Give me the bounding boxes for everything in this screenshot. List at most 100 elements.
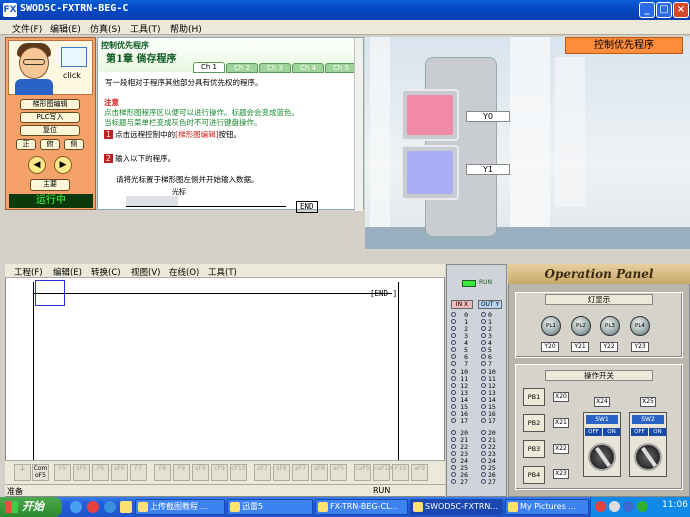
- ladder-menu-convert[interactable]: 转换(C): [91, 266, 121, 278]
- ftool-button[interactable]: sF9: [192, 464, 209, 481]
- output-led-icon: [481, 411, 486, 416]
- menu-edit[interactable]: 编辑(E): [50, 22, 81, 35]
- ftool-comment[interactable]: Com oF5: [32, 464, 49, 481]
- lamp-output-y23: Y23: [631, 342, 649, 352]
- book-icon: [61, 47, 87, 67]
- prev-arrow-icon[interactable]: ◀: [28, 156, 46, 174]
- tab-ch5[interactable]: Ch 5: [325, 63, 357, 73]
- tray-icon[interactable]: [637, 501, 648, 512]
- ladder-menu-project[interactable]: 工程(F): [14, 266, 43, 278]
- push-button-pb4[interactable]: PB4: [523, 466, 545, 484]
- input-led-icon: [451, 340, 456, 345]
- ladder-cursor[interactable]: [35, 280, 65, 306]
- menu-file[interactable]: 文件(F): [12, 22, 42, 35]
- ftool-button[interactable]: sF5: [73, 464, 90, 481]
- push-button-pb1[interactable]: PB1: [523, 388, 545, 406]
- menu-simulate[interactable]: 仿真(S): [90, 22, 121, 35]
- selector-switch-sw2[interactable]: SW2 OFF ON: [629, 412, 667, 477]
- taskbar-item-1[interactable]: 上传截图教程 ...: [135, 499, 225, 515]
- run-led-label: RUN: [479, 279, 493, 286]
- input-x25: X25: [640, 397, 656, 407]
- hint-text: 请将光标置于梯形图左侧并开始输入数据。: [116, 175, 259, 184]
- ftool-button[interactable]: F7: [130, 464, 147, 481]
- status-bar: 准备 RUN: [5, 484, 445, 496]
- lesson-scrollbar[interactable]: [354, 38, 363, 211]
- tray-icon[interactable]: [595, 501, 606, 512]
- input-led-icon: [451, 383, 456, 388]
- input-x21: X21: [553, 418, 569, 428]
- switch-knob-icon[interactable]: [588, 443, 616, 471]
- ladder-edit-button[interactable]: 梯形图编辑: [20, 99, 80, 110]
- quicklaunch-browser-icon[interactable]: [87, 501, 99, 513]
- ftool-button[interactable]: cF10: [230, 464, 247, 481]
- ladder-menu-edit[interactable]: 编辑(E): [53, 266, 82, 278]
- input-led-icon: [451, 430, 456, 435]
- tab-ch4[interactable]: Ch 4: [292, 63, 324, 73]
- switch-knob-icon[interactable]: [634, 443, 662, 471]
- ftool-button[interactable]: aF5: [330, 464, 347, 481]
- ftool-button[interactable]: sF7: [254, 464, 271, 481]
- start-button[interactable]: 开始: [0, 497, 62, 517]
- reset-button[interactable]: 复位: [20, 125, 80, 136]
- ladder-menu-view[interactable]: 视图(V): [131, 266, 160, 278]
- ftool-button[interactable]: cF9: [211, 464, 228, 481]
- io-led-row: 55: [451, 347, 492, 354]
- taskbar-item-3[interactable]: FX-TRN-BEG-CL...: [315, 499, 408, 515]
- ftool-button[interactable]: F8: [154, 464, 171, 481]
- tray-icon[interactable]: [609, 501, 620, 512]
- output-led-icon: [481, 333, 486, 338]
- output-led-icon: [481, 465, 486, 470]
- status-run: RUN: [373, 486, 391, 495]
- taskbar-item-4[interactable]: SWOD5C-FXTRN...: [410, 499, 503, 515]
- ftool-button[interactable]: F9: [173, 464, 190, 481]
- note-title: 注意: [104, 98, 119, 107]
- tab-ch1[interactable]: Ch 1: [193, 62, 225, 73]
- input-led-icon: [451, 312, 456, 317]
- quicklaunch-folder-icon[interactable]: [120, 501, 132, 513]
- selector-switch-sw1[interactable]: SW1 OFF ON: [583, 412, 621, 477]
- quicklaunch-ie-icon[interactable]: [70, 501, 82, 513]
- side-view-button[interactable]: 侧: [64, 139, 84, 150]
- maximize-button[interactable]: □: [656, 2, 672, 18]
- ftool-key[interactable]: ⊥: [14, 464, 31, 481]
- ftool-button[interactable]: F6: [92, 464, 109, 481]
- ftool-button[interactable]: F10: [392, 464, 409, 481]
- top-view-button[interactable]: 俯: [40, 139, 60, 150]
- menu-help[interactable]: 帮助(H): [170, 22, 202, 35]
- taskbar-item-5[interactable]: My Pictures ...: [505, 499, 589, 515]
- push-button-pb2[interactable]: PB2: [523, 414, 545, 432]
- next-arrow-icon[interactable]: ▶: [54, 156, 72, 174]
- minimize-button[interactable]: _: [639, 2, 655, 18]
- menu-tools[interactable]: 工具(T): [130, 22, 161, 35]
- mascot-image[interactable]: click: [8, 40, 93, 95]
- simulation-view: [365, 37, 690, 249]
- ftool-button[interactable]: sF8: [273, 464, 290, 481]
- input-led-icon: [451, 319, 456, 324]
- push-button-pb3[interactable]: PB3: [523, 440, 545, 458]
- ftool-button[interactable]: sF6: [111, 464, 128, 481]
- tray-icon[interactable]: [623, 501, 634, 512]
- tab-ch3[interactable]: Ch 3: [259, 63, 291, 73]
- lesson-pane: 控制优先程序 第1章 倘存程序 Ch 1 Ch 2 Ch 3 Ch 4 Ch 5…: [97, 37, 364, 213]
- input-header: IN X: [451, 300, 473, 309]
- main-button[interactable]: 主要: [30, 179, 70, 191]
- close-button[interactable]: ×: [673, 2, 689, 18]
- ladder-menu-online[interactable]: 在线(O): [169, 266, 199, 278]
- ftool-button[interactable]: aF8: [311, 464, 328, 481]
- plc-write-button[interactable]: PLC写入: [20, 112, 80, 123]
- ftool-button[interactable]: F5: [54, 464, 71, 481]
- ladder-edit-link[interactable]: [梯形图编辑]: [175, 130, 218, 139]
- output-header: OUT Y: [478, 300, 502, 309]
- ftool-button[interactable]: caF5: [354, 464, 371, 481]
- lamp-output-y22: Y22: [600, 342, 618, 352]
- ftool-button[interactable]: aF9: [411, 464, 428, 481]
- ftool-button[interactable]: aF7: [292, 464, 309, 481]
- taskbar-item-2[interactable]: 迅雷5: [227, 499, 313, 515]
- function-key-toolbar: ⊥ Com oF5 F5 sF5 F6 sF6 F7 F8 F9 sF9 cF9 cF10 sF7 sF…: [5, 460, 445, 484]
- tab-ch2[interactable]: Ch 2: [226, 63, 258, 73]
- ladder-menu-tools[interactable]: 工具(T): [208, 266, 237, 278]
- front-view-button[interactable]: 正: [16, 139, 36, 150]
- quicklaunch-app-icon[interactable]: [104, 501, 116, 513]
- ftool-button[interactable]: caF10: [373, 464, 392, 481]
- io-led-row: 11: [451, 319, 492, 326]
